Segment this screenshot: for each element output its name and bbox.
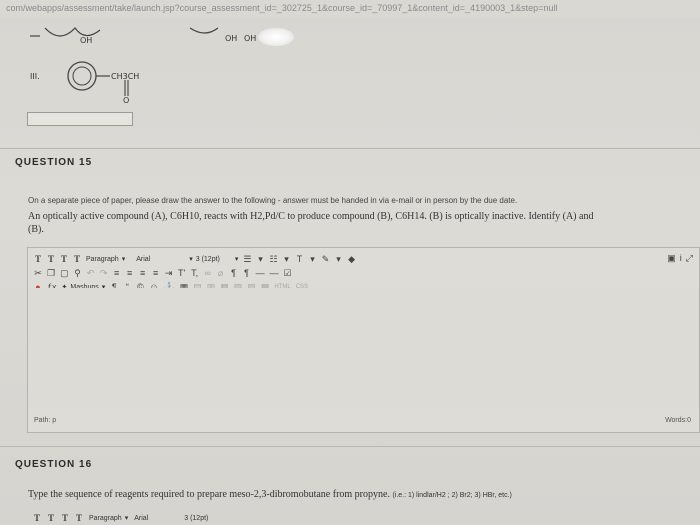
question-15-title: QUESTION 15 bbox=[15, 157, 93, 168]
hydroxyl-label: OH bbox=[244, 34, 257, 43]
question-16-hint: (i.e.: 1) lindlar/H2 ; 2) Br2; 3) HBr, e… bbox=[392, 492, 512, 499]
font-family-select[interactable]: Arial bbox=[136, 256, 150, 263]
font-family-value: Arial bbox=[136, 255, 151, 263]
rtl-icon[interactable]: ¶ bbox=[243, 267, 251, 279]
hydroxyl-label: OH bbox=[80, 36, 93, 45]
strikethrough-button[interactable]: T bbox=[75, 512, 83, 524]
question-16-title: QUESTION 16 bbox=[15, 459, 93, 470]
format-block-value: Paragraph bbox=[86, 255, 119, 263]
question-16-text: Type the sequence of reagents required t… bbox=[28, 488, 512, 502]
question-15-instruction: On a separate piece of paper, please dra… bbox=[28, 196, 518, 205]
italic-button[interactable]: T bbox=[47, 253, 55, 265]
screen-glare bbox=[258, 28, 294, 46]
font-family-value: Arial bbox=[134, 514, 149, 522]
undo-icon[interactable]: ↶ bbox=[87, 267, 95, 279]
unlink-icon[interactable]: ⌀ bbox=[217, 267, 225, 279]
editor-toolbar-row-2: ✂ ❐ ▢ ⚲ ↶ ↷ ≡ ≡ ≡ ≡ ⇥ T' T, ∞ ⌀ ¶ ¶ — — … bbox=[34, 266, 292, 280]
copy-icon[interactable]: ❐ bbox=[47, 267, 55, 279]
cut-icon[interactable]: ✂ bbox=[34, 267, 42, 279]
highlight-icon[interactable]: ✎ bbox=[322, 253, 330, 265]
spellcheck-icon[interactable]: ▣ bbox=[667, 253, 676, 264]
font-family-select[interactable]: Arial bbox=[134, 512, 148, 524]
redo-icon[interactable]: ↷ bbox=[100, 267, 108, 279]
search-icon[interactable]: ⚲ bbox=[74, 267, 82, 279]
fullscreen-icon[interactable]: ⤢ bbox=[686, 253, 693, 264]
align-left-icon[interactable]: ≡ bbox=[113, 267, 121, 279]
bullet-list-icon[interactable]: ☰ bbox=[243, 253, 251, 265]
checkbox-icon[interactable]: ☑ bbox=[284, 267, 292, 279]
alkyl-label: CH3CH bbox=[111, 72, 140, 81]
strikethrough-button[interactable]: T bbox=[73, 253, 81, 265]
numbered-list-icon[interactable]: ☷ bbox=[269, 253, 277, 265]
horizontal-rule-icon[interactable]: — bbox=[256, 267, 265, 279]
chevron-down-icon: ▾ bbox=[121, 256, 126, 263]
font-size-select[interactable]: ▾ 3 (12pt) ▾ bbox=[189, 255, 239, 264]
editor-right-icons: ▣ i ⤢ bbox=[667, 253, 693, 264]
editor-path: Path: p bbox=[34, 417, 57, 424]
answer-input-box[interactable] bbox=[27, 112, 133, 126]
word-count: Words:0 bbox=[665, 417, 691, 424]
question-16-prompt: Type the sequence of reagents required t… bbox=[28, 489, 390, 500]
format-block-value: Paragraph bbox=[89, 514, 122, 522]
carbonyl-oxygen-label: O bbox=[123, 96, 130, 105]
page: com/webapps/assessment/take/launch.jsp?c… bbox=[0, 0, 700, 525]
ltr-icon[interactable]: ¶ bbox=[230, 267, 238, 279]
font-size-value: 3 (12pt) bbox=[184, 514, 209, 522]
paste-icon[interactable]: ▢ bbox=[60, 267, 69, 279]
editor-text-area[interactable] bbox=[28, 288, 699, 408]
question-16-editor-toolbar: T T T T Paragraph ▾ Arial 3 (12pt) bbox=[33, 512, 208, 524]
question-15-text-line2: (B). bbox=[28, 224, 44, 235]
chevron-down-icon[interactable]: ▾ bbox=[256, 253, 264, 265]
divider bbox=[0, 446, 700, 447]
fill-icon[interactable]: ◆ bbox=[348, 253, 356, 265]
align-justify-icon[interactable]: ≡ bbox=[152, 267, 160, 279]
align-right-icon[interactable]: ≡ bbox=[139, 267, 147, 279]
font-size-value: 3 (12pt) bbox=[195, 255, 220, 263]
answer-editor[interactable]: T T T T Paragraph ▾ Arial ▾ 3 (12pt) ▾ ☰ ▾ … bbox=[27, 247, 700, 433]
format-block-select[interactable]: Paragraph ▾ bbox=[89, 512, 128, 524]
chevron-down-icon: ▾ bbox=[189, 256, 193, 263]
underline-button[interactable]: T bbox=[60, 253, 68, 265]
subscript-icon[interactable]: T, bbox=[191, 267, 199, 279]
italic-button[interactable]: T bbox=[47, 512, 55, 524]
indent-icon[interactable]: ⇥ bbox=[165, 267, 173, 279]
divider bbox=[0, 148, 700, 149]
chevron-down-icon[interactable]: ▾ bbox=[283, 253, 291, 265]
question-15-text-line1: An optically active compound (A), C6H10,… bbox=[28, 211, 594, 222]
bold-button[interactable]: T bbox=[33, 512, 41, 524]
superscript-icon[interactable]: T' bbox=[178, 267, 186, 279]
underline-button[interactable]: T bbox=[61, 512, 69, 524]
bold-button[interactable]: T bbox=[34, 253, 42, 265]
roman-numeral-label: III. bbox=[30, 72, 40, 81]
format-block-select[interactable]: Paragraph ▾ bbox=[86, 255, 126, 264]
link-icon[interactable]: ∞ bbox=[204, 267, 212, 279]
dash-icon[interactable]: — bbox=[270, 267, 279, 279]
align-center-icon[interactable]: ≡ bbox=[126, 267, 134, 279]
chevron-down-icon[interactable]: ▾ bbox=[335, 253, 343, 265]
editor-toolbar-row-1: T T T T Paragraph ▾ Arial ▾ 3 (12pt) ▾ ☰ ▾ … bbox=[34, 252, 356, 266]
font-size-select[interactable]: 3 (12pt) bbox=[184, 512, 208, 524]
chevron-down-icon: ▾ bbox=[124, 515, 129, 522]
chevron-down-icon[interactable]: ▾ bbox=[309, 253, 317, 265]
text-color-icon[interactable]: T bbox=[296, 253, 304, 265]
chevron-down-icon: ▾ bbox=[234, 256, 239, 263]
hydroxyl-label: OH bbox=[225, 34, 238, 43]
info-icon[interactable]: i bbox=[680, 253, 682, 264]
